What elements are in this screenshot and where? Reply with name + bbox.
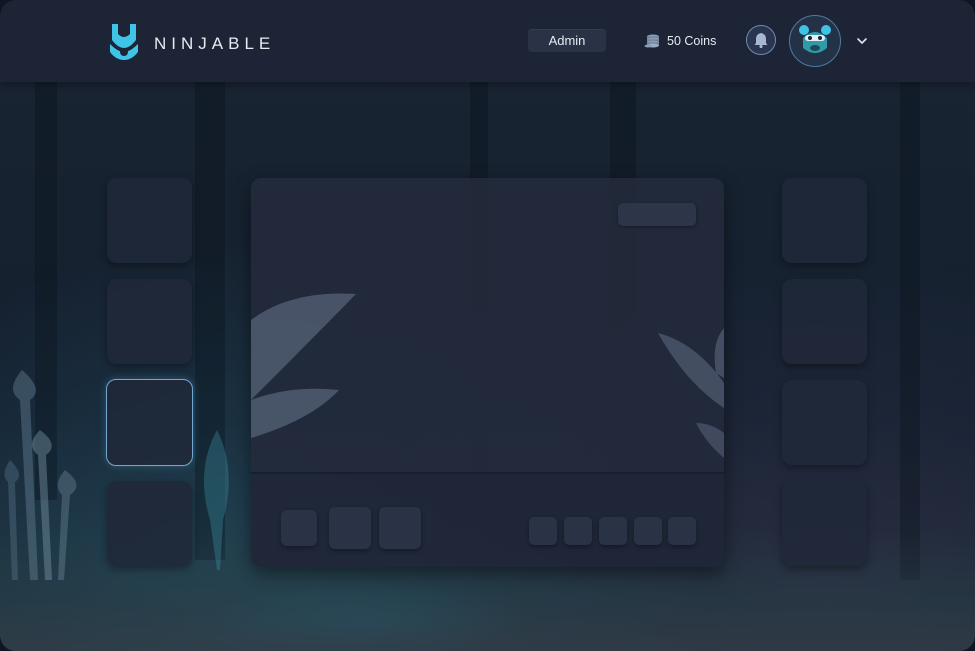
right-slot[interactable] — [782, 178, 867, 263]
plant-decoration — [203, 430, 229, 570]
toolbar-tile-small[interactable] — [634, 517, 662, 545]
left-slot[interactable] — [107, 178, 192, 263]
bell-icon — [754, 33, 768, 48]
background-tree-trunk — [900, 80, 920, 580]
coin-balance[interactable]: 50 Coins — [644, 32, 716, 50]
chevron-down-icon[interactable] — [855, 34, 869, 48]
leaf-decoration — [251, 293, 356, 438]
right-slot[interactable] — [782, 481, 867, 566]
toolbar-tile-small[interactable] — [599, 517, 627, 545]
toolbar-tile-small[interactable] — [668, 517, 696, 545]
left-slot-selected[interactable] — [106, 379, 193, 466]
app-frame: NINJABLE Admin 50 Coins — [0, 0, 975, 651]
admin-role-button[interactable]: Admin — [528, 29, 606, 52]
notifications-button[interactable] — [746, 25, 776, 55]
left-slot[interactable] — [107, 481, 192, 566]
left-slot[interactable] — [107, 279, 192, 364]
right-slot[interactable] — [782, 279, 867, 364]
mushroom-decoration — [4, 370, 77, 580]
brand-name: NINJABLE — [154, 34, 276, 53]
toolbar-tile-large[interactable] — [379, 507, 421, 549]
ninjable-logo-icon[interactable] — [108, 22, 140, 62]
top-navigation-bar: NINJABLE Admin 50 Coins — [0, 0, 975, 82]
user-avatar-button[interactable] — [789, 15, 841, 67]
leaf-decoration — [658, 328, 724, 458]
toolbar-tile-small[interactable] — [529, 517, 557, 545]
avatar-icon — [799, 25, 831, 53]
coin-balance-label: 50 Coins — [667, 34, 717, 48]
toolbar-tile-small[interactable] — [564, 517, 592, 545]
panel-action-button[interactable] — [618, 203, 696, 226]
panel-toolbar — [251, 474, 724, 567]
toolbar-tile-large[interactable] — [329, 507, 371, 549]
right-slot[interactable] — [782, 380, 867, 465]
main-preview-panel — [251, 178, 724, 567]
toolbar-tile-large[interactable] — [281, 510, 317, 546]
coin-stack-icon — [644, 34, 659, 47]
